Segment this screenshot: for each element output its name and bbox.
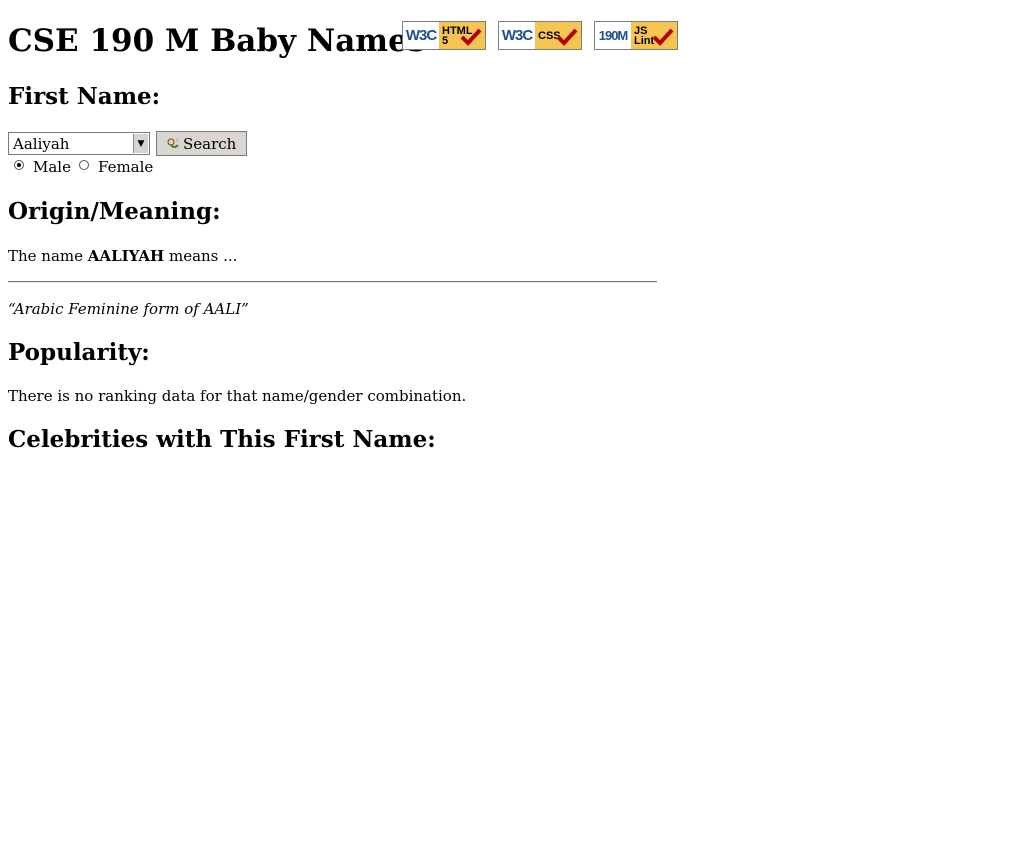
chevron-down-icon[interactable]: ▼ <box>133 134 148 153</box>
gender-radio-group: Male Female <box>14 157 153 177</box>
badge-left-text: W3C <box>499 22 535 49</box>
name-select[interactable]: Aaliyah ▼ <box>8 132 150 155</box>
check-icon <box>556 28 578 46</box>
female-radio[interactable] <box>78 160 89 170</box>
origin-name: AALIYAH <box>87 247 165 265</box>
celebrities-heading: Celebrities with This First Name: <box>8 426 436 453</box>
w3c-css-badge[interactable]: W3C CSS <box>498 21 582 50</box>
divider <box>8 281 657 283</box>
popularity-heading: Popularity: <box>8 339 150 366</box>
validator-badges: W3C HTML 5 W3C CSS 190M JS Lint <box>402 21 678 50</box>
w3c-html5-badge[interactable]: W3C HTML 5 <box>402 21 486 50</box>
origin-heading: Origin/Meaning: <box>8 198 221 225</box>
origin-suffix: means ... <box>164 247 238 265</box>
popularity-message: There is no ranking data for that name/g… <box>8 387 467 405</box>
origin-sentence: The name AALIYAH means ... <box>8 246 237 266</box>
baby-icon <box>167 138 179 148</box>
page-title: CSE 190 M Baby Names <box>8 21 425 61</box>
male-label: Male <box>33 158 71 176</box>
badge-right-bottom: 5 <box>442 34 449 47</box>
check-icon <box>460 28 482 46</box>
name-search-controls: Aaliyah ▼ Search <box>8 131 248 156</box>
jslint-badge[interactable]: 190M JS Lint <box>594 21 678 50</box>
origin-prefix: The name <box>8 247 88 265</box>
meaning-text: “Arabic Feminine form of AALI” <box>8 300 249 318</box>
first-name-heading: First Name: <box>8 83 161 110</box>
check-icon <box>652 28 674 46</box>
badge-left-text: W3C <box>403 22 439 49</box>
page-title-text: CSE 190 M Baby Names <box>8 23 426 59</box>
badge-left-text: 190M <box>595 22 631 49</box>
male-radio[interactable] <box>14 160 24 170</box>
search-button-label: Search <box>183 134 237 153</box>
female-label: Female <box>97 158 154 176</box>
name-select-value: Aaliyah <box>13 134 70 153</box>
search-button[interactable]: Search <box>156 131 248 156</box>
